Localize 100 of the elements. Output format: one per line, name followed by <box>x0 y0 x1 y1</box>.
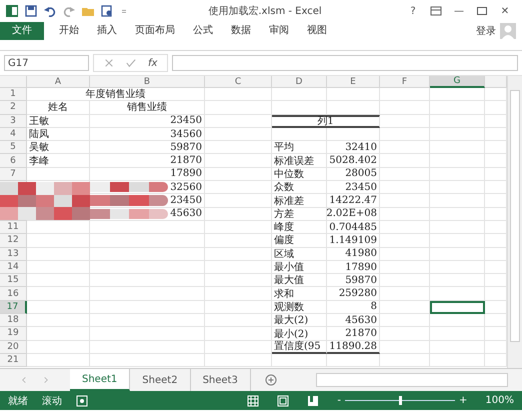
grid-cell[interactable] <box>430 194 485 208</box>
grid-cell[interactable] <box>205 274 272 288</box>
horizontal-scrollbar[interactable] <box>316 373 508 387</box>
grid-cell[interactable] <box>380 354 430 368</box>
grid-cell[interactable] <box>430 234 485 248</box>
column-header[interactable]: A <box>27 76 90 88</box>
grid-cell[interactable] <box>27 234 90 248</box>
grid-cell[interactable] <box>205 208 272 221</box>
grid-cell[interactable] <box>205 260 272 274</box>
zoom-in-button[interactable]: + <box>459 395 468 406</box>
column-header[interactable]: G <box>430 76 485 88</box>
minimize-button[interactable]: — <box>448 6 470 16</box>
grid-cell[interactable] <box>27 340 90 354</box>
grid-cell[interactable] <box>380 154 430 168</box>
row-header[interactable]: 16 <box>0 287 27 301</box>
grid-cell[interactable] <box>205 101 272 115</box>
grid-cell[interactable] <box>430 154 485 168</box>
grid-cell[interactable] <box>205 114 272 128</box>
grid-cell[interactable] <box>430 220 485 234</box>
grid-cell[interactable] <box>380 181 430 194</box>
column-header[interactable]: D <box>272 76 327 88</box>
grid-cell[interactable] <box>380 314 430 328</box>
excel-logo-icon[interactable] <box>6 5 18 17</box>
ribbon-tab[interactable]: 插入 <box>88 22 126 40</box>
grid-cell[interactable] <box>27 354 90 368</box>
grid-cell[interactable] <box>430 101 485 115</box>
grid-cell[interactable] <box>205 168 272 182</box>
grid-cell[interactable] <box>380 300 430 314</box>
grid-cell[interactable] <box>430 287 485 301</box>
grid-cell[interactable] <box>90 287 205 301</box>
grid-cell[interactable] <box>205 181 272 194</box>
insert-function-button[interactable]: fx <box>148 58 158 68</box>
grid-cell[interactable] <box>27 300 90 314</box>
grid-cell[interactable] <box>272 128 327 142</box>
grid-cell[interactable] <box>27 314 90 328</box>
grid-cell[interactable] <box>430 327 485 341</box>
folder-icon[interactable] <box>82 5 94 17</box>
grid-cell[interactable] <box>430 354 485 368</box>
grid-cell[interactable] <box>380 194 430 208</box>
column-header[interactable] <box>485 76 507 88</box>
ribbon-tab[interactable]: 开始 <box>50 22 88 40</box>
macro-record-icon[interactable] <box>76 394 88 406</box>
close-button[interactable]: ✕ <box>494 6 516 16</box>
grid-cell[interactable] <box>27 168 90 182</box>
grid-cell[interactable] <box>430 248 485 261</box>
grid-cell[interactable] <box>327 88 380 102</box>
grid-cell[interactable] <box>272 354 327 368</box>
grid-cell[interactable] <box>327 101 380 115</box>
grid-cell[interactable] <box>430 260 485 274</box>
grid-cell[interactable] <box>380 234 430 248</box>
grid-cell[interactable] <box>380 101 430 115</box>
grid-cell[interactable] <box>380 327 430 341</box>
grid-cell[interactable] <box>380 208 430 221</box>
grid-cell[interactable] <box>90 220 205 234</box>
grid-cell[interactable] <box>90 234 205 248</box>
enter-icon[interactable] <box>126 58 136 68</box>
sign-in-link[interactable]: 登录 <box>476 24 496 38</box>
formula-input[interactable] <box>172 55 518 71</box>
grid-cell[interactable] <box>205 300 272 314</box>
grid-cell[interactable] <box>327 128 380 142</box>
row-header[interactable]: 12 <box>0 234 27 248</box>
add-sheet-icon[interactable] <box>264 374 277 386</box>
grid-cell[interactable] <box>90 300 205 314</box>
grid-cell[interactable] <box>380 248 430 261</box>
grid-cell[interactable] <box>90 260 205 274</box>
redo-icon[interactable] <box>63 5 75 17</box>
column-header[interactable]: C <box>205 76 272 88</box>
grid-cell[interactable] <box>90 314 205 328</box>
ribbon-tab[interactable]: 页面布局 <box>126 22 184 40</box>
sheet-tab[interactable]: Sheet1 <box>70 369 130 391</box>
grid-cell[interactable] <box>430 181 485 194</box>
grid-cell[interactable] <box>380 88 430 102</box>
ribbon-tab[interactable]: 视图 <box>298 22 336 40</box>
grid-cell[interactable] <box>205 248 272 261</box>
row-header[interactable]: 13 <box>0 248 27 261</box>
grid-cell[interactable] <box>380 220 430 234</box>
grid-cell[interactable] <box>205 154 272 168</box>
vertical-scrollbar[interactable] <box>507 76 522 368</box>
print-preview-icon[interactable] <box>101 5 113 17</box>
zoom-out-button[interactable]: - <box>337 395 342 406</box>
zoom-slider-thumb[interactable] <box>399 396 402 405</box>
grid-cell[interactable] <box>205 128 272 142</box>
ribbon-tab[interactable]: 数据 <box>222 22 260 40</box>
grid-cell[interactable] <box>90 354 205 368</box>
maximize-icon[interactable] <box>476 5 488 17</box>
zoom-level[interactable]: 100% <box>485 395 514 406</box>
next-sheet-icon[interactable] <box>42 375 50 385</box>
normal-view-icon[interactable] <box>247 394 260 406</box>
grid-cell[interactable] <box>205 194 272 208</box>
grid-cell[interactable] <box>430 208 485 221</box>
grid-cell[interactable] <box>327 354 380 368</box>
grid-cell[interactable] <box>272 101 327 115</box>
grid-cell[interactable] <box>27 274 90 288</box>
row-header[interactable]: 14 <box>0 260 27 274</box>
cancel-icon[interactable] <box>104 58 114 68</box>
ribbon-display-icon[interactable] <box>430 5 442 17</box>
grid-cell[interactable] <box>380 260 430 274</box>
grid-cell[interactable] <box>90 274 205 288</box>
row-header[interactable]: 3 <box>0 114 27 128</box>
grid-cell[interactable] <box>380 274 430 288</box>
